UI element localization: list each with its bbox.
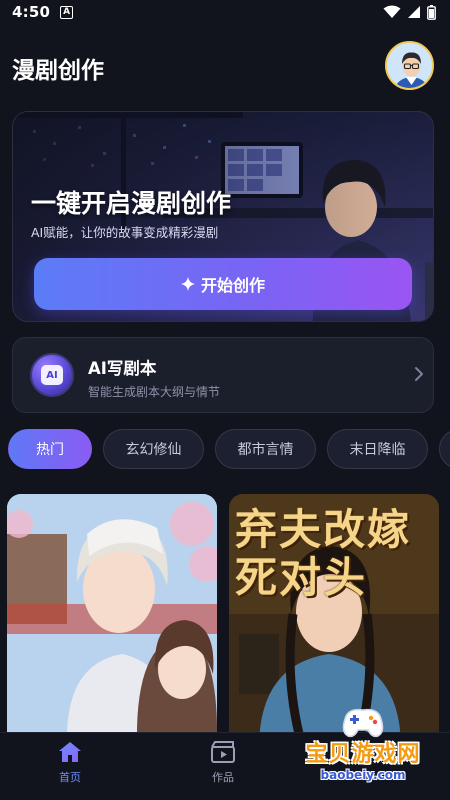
home-icon <box>59 742 81 762</box>
status-bar: 4:50 A <box>0 0 450 24</box>
nav-home-label: 首页 <box>59 771 81 784</box>
hero-title: 一键开启漫剧创作 <box>31 189 232 218</box>
notification-icon: A <box>60 5 74 19</box>
hero-banner[interactable]: 一键开启漫剧创作 AI赋能，让你的故事变成精彩漫剧 开始创作 <box>12 111 434 322</box>
drama-card-1[interactable] <box>7 494 217 744</box>
tab-more[interactable] <box>439 429 450 469</box>
wifi-icon <box>383 5 401 18</box>
gamepad-icon <box>342 708 384 738</box>
film-icon <box>211 741 235 763</box>
ai-script-subtitle: 智能生成剧本大纲与情节 <box>88 385 221 399</box>
tab-xuanhuan[interactable]: 玄幻修仙 <box>103 429 204 469</box>
sparkle-icon <box>180 277 195 291</box>
watermark: 宝贝游戏网 baobeiy.com <box>278 706 448 800</box>
start-creating-label: 开始创作 <box>200 276 265 295</box>
tab-apocalypse[interactable]: 末日降临 <box>327 429 428 469</box>
ai-script-title: AI写剧本 <box>88 359 157 378</box>
battery-icon <box>427 4 436 20</box>
page-title: 漫剧创作 <box>12 58 104 84</box>
chevron-right-icon <box>415 367 423 381</box>
hero-subtitle: AI赋能，让你的故事变成精彩漫剧 <box>31 225 219 240</box>
status-time: 4:50 <box>12 3 51 21</box>
ai-icon-label: AI <box>41 365 63 385</box>
ai-script-card[interactable]: AI AI写剧本 智能生成剧本大纲与情节 <box>12 337 434 413</box>
watermark-url: baobeiy.com <box>320 768 406 782</box>
nav-home[interactable]: 首页 <box>40 741 100 785</box>
poster-title: 弃夫改嫁死对头 <box>235 505 412 602</box>
avatar[interactable] <box>385 41 434 90</box>
signal-icon <box>408 6 420 18</box>
user-avatar-icon <box>387 43 432 88</box>
ai-robot-icon: AI <box>30 353 74 397</box>
watermark-text: 宝贝游戏网 <box>305 742 421 767</box>
nav-works[interactable]: 作品 <box>193 741 253 785</box>
tab-hot[interactable]: 热门 <box>8 429 92 469</box>
status-icons <box>383 4 436 20</box>
drama-poster-1 <box>7 494 217 744</box>
tab-urban-romance[interactable]: 都市言情 <box>215 429 316 469</box>
start-creating-button[interactable]: 开始创作 <box>34 258 412 310</box>
app-header: 漫剧创作 <box>0 36 450 96</box>
nav-works-label: 作品 <box>212 771 234 784</box>
genre-tabs: 热门 玄幻修仙 都市言情 末日降临 <box>8 429 450 469</box>
